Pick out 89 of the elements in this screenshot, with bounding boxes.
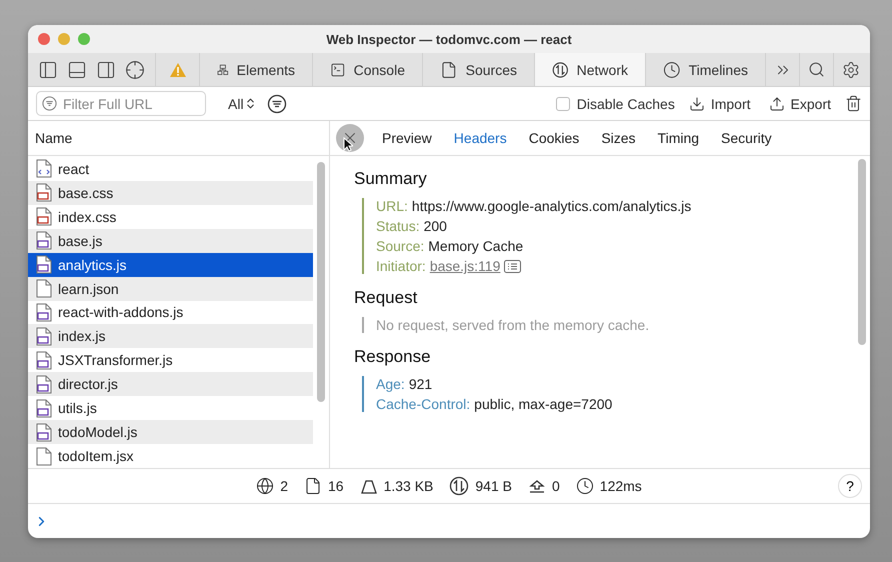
network-icon	[449, 476, 470, 496]
import-button[interactable]: Import	[684, 96, 755, 112]
resource-row[interactable]: react-with-addons.js	[28, 300, 314, 324]
file-icon	[36, 183, 52, 202]
document-icon	[304, 477, 322, 495]
panel-tab[interactable]: Network	[534, 53, 645, 86]
dock-bottom-icon[interactable]	[66, 60, 86, 80]
detail-tab[interactable]: Timing	[658, 130, 700, 146]
resource-row[interactable]: todoModel.js	[28, 420, 314, 444]
clock-icon	[576, 477, 594, 495]
file-icon	[36, 207, 52, 226]
dock-right-icon[interactable]	[96, 60, 116, 80]
checkbox-label: Disable Caches	[576, 96, 675, 112]
upload-icon	[768, 96, 785, 112]
resource-row[interactable]: JSXTransformer.js	[28, 348, 314, 372]
section-title: Request	[354, 288, 418, 308]
status-value: 0	[552, 478, 560, 494]
clock-icon	[663, 60, 681, 78]
field-key: URL:	[376, 198, 408, 214]
file-icon	[36, 279, 52, 298]
file-icon	[36, 398, 52, 418]
file-icon	[36, 422, 52, 442]
note-text: No request, served from the memory cache.	[376, 317, 650, 333]
file-icon	[36, 350, 52, 370]
detail-tab[interactable]: Sizes	[601, 130, 636, 146]
file-icon	[36, 255, 52, 274]
detail-tab[interactable]: Headers	[454, 130, 507, 146]
console-icon	[330, 60, 346, 78]
field-key: Source:	[376, 238, 424, 254]
detail-tab[interactable]: Preview	[382, 130, 432, 146]
panel-tab[interactable]: Elements	[199, 53, 312, 86]
initiator-link[interactable]: base.js:119	[430, 258, 500, 274]
file-icon	[36, 374, 52, 394]
list-icon[interactable]	[504, 260, 522, 272]
file-icon	[36, 159, 52, 178]
resource-row[interactable]: analytics.js	[28, 252, 314, 277]
status-value: 122ms	[600, 478, 642, 494]
panel-tab[interactable]: Timelines	[645, 53, 765, 86]
filter-icon[interactable]	[266, 94, 287, 114]
status-value: 941 B	[475, 478, 512, 494]
resource-row[interactable]: director.js	[28, 372, 314, 396]
checkbox[interactable]	[556, 96, 570, 110]
field-key: Cache-Control:	[376, 396, 470, 412]
field-value: public, max-age=7200	[474, 396, 612, 412]
resource-row[interactable]: base.css	[28, 180, 314, 205]
filter-icon	[42, 96, 57, 111]
status-value: 1.33 KB	[384, 478, 434, 494]
trash-icon[interactable]	[845, 95, 862, 112]
field-value: 200	[424, 218, 447, 234]
file-icon	[36, 302, 52, 322]
globe-icon	[256, 477, 274, 495]
type-filter-select[interactable]: All	[228, 96, 257, 112]
field-key: Initiator:	[376, 258, 426, 274]
section-title: Summary	[354, 169, 428, 189]
cursor-icon	[343, 137, 353, 152]
detail-tab[interactable]: Cookies	[528, 130, 580, 146]
scrollbar[interactable]	[317, 162, 325, 402]
download-icon	[688, 96, 705, 112]
field-value: 921	[408, 376, 432, 392]
panel-tab[interactable]: Console	[312, 53, 422, 86]
settings-icon[interactable]	[842, 60, 860, 78]
status-value: 16	[328, 478, 344, 494]
scrollbar[interactable]	[858, 159, 866, 345]
status-value: 2	[280, 478, 288, 494]
filter-field[interactable]: Filter Full URL	[36, 91, 206, 116]
section-title: Response	[354, 347, 432, 367]
close-button[interactable]	[336, 124, 364, 152]
close-window-button[interactable]	[38, 33, 50, 45]
document-icon	[440, 60, 458, 78]
file-icon	[36, 446, 52, 466]
search-icon[interactable]	[808, 61, 825, 78]
help-button[interactable]: ?	[838, 474, 862, 498]
crosshair-icon[interactable]	[124, 60, 144, 80]
window-title: Web Inspector — todomvc.com — react	[326, 32, 572, 46]
file-icon	[36, 231, 52, 250]
detail-tab[interactable]: Security	[721, 130, 772, 146]
disable-caches-checkbox[interactable]: Disable Caches	[556, 96, 675, 112]
export-button[interactable]: Export	[764, 96, 835, 112]
column-header[interactable]: Name	[28, 121, 329, 156]
resource-row[interactable]: learn.json	[28, 276, 314, 301]
resource-row[interactable]: index.js	[28, 324, 314, 348]
file-icon	[36, 326, 52, 346]
field-key: Status:	[376, 218, 420, 234]
field-value: Memory Cache	[428, 238, 524, 254]
dock-left-icon[interactable]	[38, 60, 58, 80]
resource-row[interactable]: base.js	[28, 228, 314, 253]
network-icon	[552, 60, 569, 80]
field-key: Age:	[376, 376, 405, 392]
field-value: https://www.google-analytics.com/analytics.js	[412, 198, 692, 214]
